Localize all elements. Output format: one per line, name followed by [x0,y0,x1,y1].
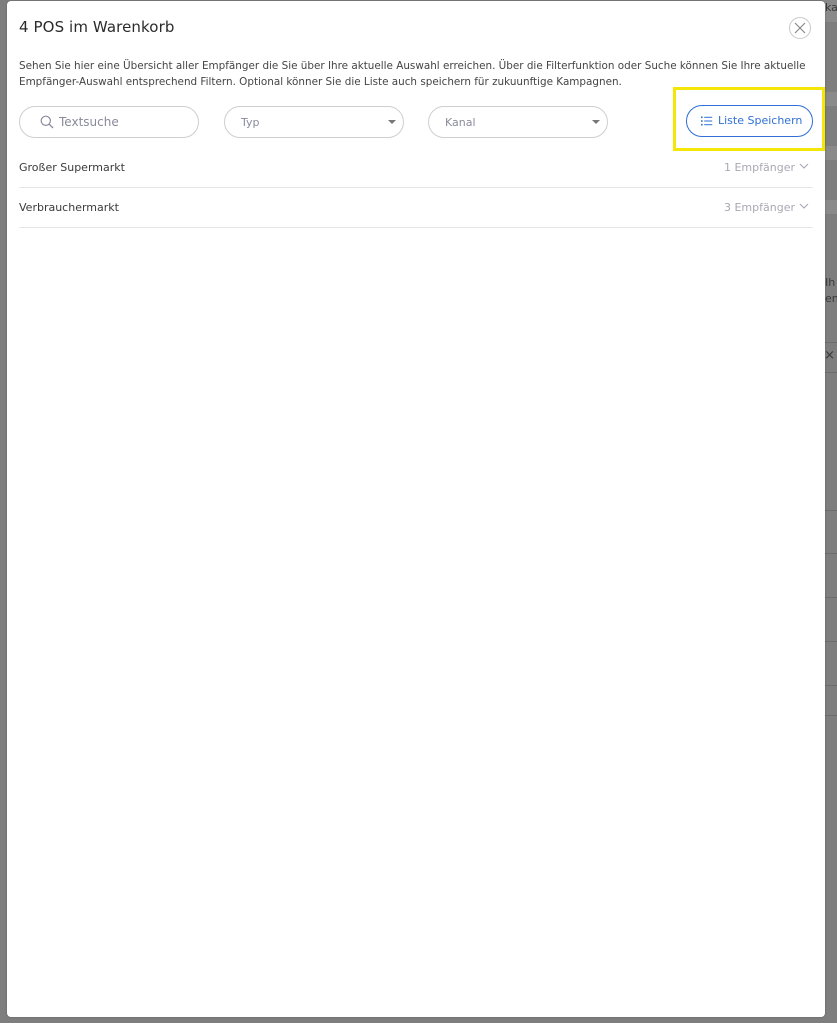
channel-select-label: Kanal [445,116,476,129]
search-field[interactable] [19,106,199,138]
caret-down-icon [592,120,600,124]
close-icon [794,22,806,34]
group-name: Verbrauchermarkt [19,201,119,214]
group-name: Großer Supermarkt [19,161,125,174]
caret-down-icon [388,120,396,124]
search-icon [40,115,54,129]
chevron-down-icon [799,203,809,209]
background-bar [823,200,837,214]
list-icon [701,116,713,126]
recipient-count: 1 Empfänger [723,161,795,174]
background-divider [825,510,837,511]
background-bar [823,92,837,106]
background-text: Ih [825,276,836,289]
search-input[interactable] [59,113,189,131]
background-divider [825,597,837,598]
type-select[interactable]: Typ [224,106,404,138]
recipient-group-list: Großer Supermarkt 1 Empfänger Verbrauche… [19,148,813,228]
background-divider [825,715,837,716]
channel-select[interactable]: Kanal [428,106,608,138]
type-select-label: Typ [241,116,260,129]
recipient-count: 3 Empfänger [723,201,795,214]
background-divider [825,342,837,343]
background-divider [825,685,837,686]
list-item[interactable]: Verbrauchermarkt 3 Empfänger [19,188,813,228]
background-text: en [825,292,837,305]
chevron-down-icon [799,163,809,169]
recipients-modal: 4 POS im Warenkorb Sehen Sie hier eine Ü… [7,1,825,1017]
background-bar [823,146,837,160]
modal-description: Sehen Sie hier eine Übersicht aller Empf… [19,60,806,88]
close-button[interactable] [789,17,811,39]
list-item[interactable]: Großer Supermarkt 1 Empfänger [19,148,813,188]
background-text: ka [825,1,837,14]
save-list-button[interactable]: Liste Speichern [686,105,813,137]
background-close-icon: × [824,348,835,363]
background-divider [825,641,837,642]
background-divider [825,553,837,554]
modal-title: 4 POS im Warenkorb [19,18,175,36]
save-list-label: Liste Speichern [718,114,803,127]
background-divider [825,372,837,373]
